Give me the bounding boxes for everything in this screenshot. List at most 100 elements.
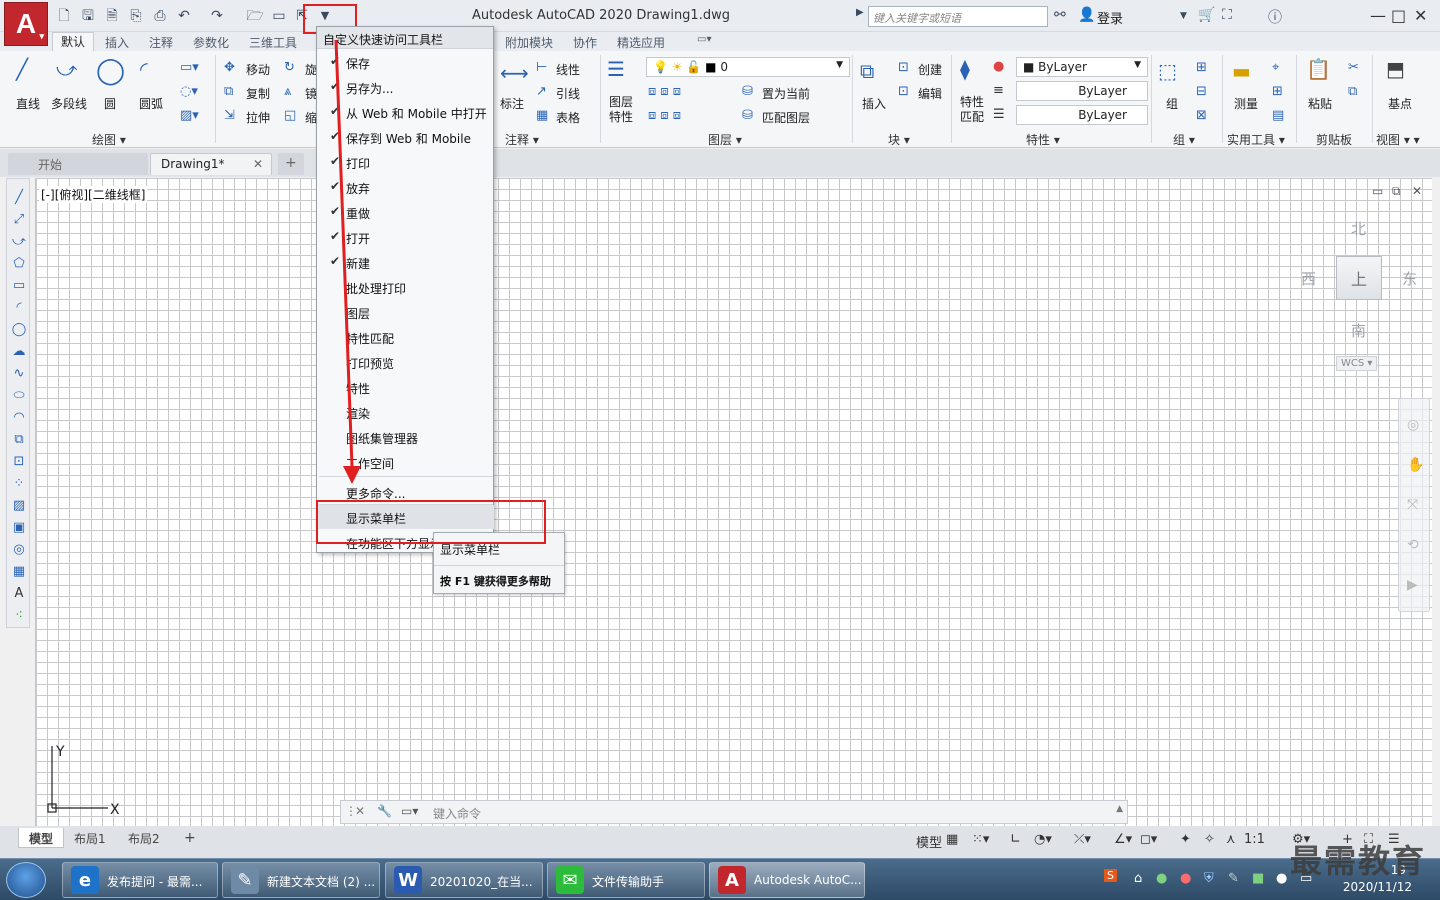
redo-icon[interactable]: ↷ [208, 7, 226, 25]
viewport-close-icon[interactable]: ✕ [1412, 184, 1422, 198]
group-button[interactable]: 组 [1166, 95, 1178, 112]
arc-button[interactable]: 圆弧 [139, 95, 163, 112]
taskbar-clock[interactable]: 2020/11/12 [1343, 880, 1412, 894]
add-layout-button[interactable]: + [174, 828, 206, 848]
menu-item-print-preview[interactable]: 打印预览 [318, 350, 494, 374]
point-icon[interactable]: ⁘ [10, 475, 28, 493]
cart-icon[interactable]: 🛒 [1198, 7, 1215, 23]
login-dropdown-icon[interactable]: ▼ [1180, 11, 1187, 21]
circle-icon[interactable]: ◯ [96, 56, 125, 86]
tray-qq-icon[interactable]: ● [1276, 871, 1287, 886]
cut-icon[interactable]: ✂ [1348, 60, 1359, 75]
taskbar-item-word[interactable]: W 20201020_在当... [385, 862, 543, 898]
menu-item-batch-plot[interactable]: 批处理打印 [318, 275, 494, 299]
tray-nvidia-icon[interactable]: ■ [1252, 871, 1264, 886]
start-button[interactable] [6, 862, 46, 898]
make-block-icon[interactable]: ⊡ [10, 453, 28, 471]
table-button[interactable]: 表格 [556, 109, 580, 126]
layers-panel-title[interactable]: 图层 ▾ [708, 131, 742, 148]
tray-pen-icon[interactable]: ✎ [1228, 871, 1239, 886]
tab-insert[interactable]: 插入 [105, 34, 129, 51]
linetype-select[interactable]: ByLayer [1016, 105, 1148, 125]
command-customize-icon[interactable]: 🔧 [377, 804, 392, 818]
close-button[interactable]: ✕ [1414, 6, 1427, 25]
groups-panel-title[interactable]: 组 ▾ [1173, 131, 1195, 148]
polyline-icon[interactable]: ⤻ [56, 57, 77, 81]
dimension-icon[interactable]: ⟷ [500, 61, 529, 85]
command-history-icon[interactable]: ▭▾ [401, 804, 418, 818]
create-block-button[interactable]: 创建 [918, 61, 942, 78]
count-icon[interactable]: ▤ [1272, 108, 1284, 123]
ime-icon[interactable]: S [1104, 869, 1117, 882]
clipboard-panel-title[interactable]: 剪贴板 [1316, 131, 1352, 148]
tray-network-icon[interactable]: ⌂ [1134, 871, 1142, 886]
command-expand-icon[interactable]: ▲ [1116, 804, 1123, 814]
viewcube-top-face[interactable]: 上 [1336, 256, 1382, 300]
viewcube-north[interactable]: 北 [1351, 218, 1366, 239]
zoom-extents-icon[interactable]: ⤧ [1407, 497, 1418, 513]
menu-item-sheet-set-manager[interactable]: 图纸集管理器 [318, 425, 494, 449]
command-close-icon[interactable]: ✕ [355, 804, 365, 818]
taskbar-item-notepad[interactable]: ✎ 新建文本文档 (2) ... [222, 862, 380, 898]
layer-properties-icon[interactable]: ☰ [607, 57, 625, 81]
add-selected-icon[interactable]: ⁖ [10, 607, 28, 625]
tray-shield-icon[interactable]: ⛨ [1204, 871, 1214, 886]
revcloud-icon[interactable]: ☁ [10, 343, 28, 361]
properties-panel-title[interactable]: 特性 ▾ [1026, 131, 1060, 148]
ellipse-arc-icon[interactable]: ◠ [10, 409, 28, 427]
arc-icon[interactable]: ◜ [140, 57, 148, 81]
mtext-icon[interactable]: A [10, 585, 28, 603]
spline-icon[interactable]: ∿ [10, 365, 28, 383]
menu-item-redo[interactable]: ✔ 重做 [318, 200, 494, 224]
expand-arrow-icon[interactable]: ▶ [856, 7, 864, 18]
menu-item-undo[interactable]: ✔ 放弃 [318, 175, 494, 199]
navigation-bar[interactable]: ◎ ✋ ⤧ ⟲ ▶ [1398, 398, 1430, 612]
menu-item-print[interactable]: ✔ 打印 [318, 150, 494, 174]
base-icon[interactable]: ⬒ [1386, 57, 1405, 81]
hatch-tool-icon[interactable]: ▨ [10, 497, 28, 515]
linetype-icon[interactable]: ☰ [993, 107, 1005, 122]
match-layer-button[interactable]: 匹配图层 [762, 109, 810, 126]
create-block-icon[interactable]: ⊡ [898, 60, 909, 75]
linear-icon[interactable]: ⊢ [536, 60, 547, 75]
match-properties-icon[interactable]: ⧫ [960, 57, 970, 81]
menu-item-new[interactable]: ✔ 新建 [318, 250, 494, 274]
stretch-icon[interactable]: ⇲ [224, 108, 235, 123]
view-panel-title[interactable]: 视图 ▾ ▾ [1376, 131, 1420, 148]
wcs-menu[interactable]: WCS ▾ [1336, 356, 1378, 371]
menu-item-properties[interactable]: 特性 [318, 375, 494, 399]
arc-tool-icon[interactable]: ◜ [10, 299, 28, 317]
block-panel-title[interactable]: 块 ▾ [888, 131, 910, 148]
object-snap-icon[interactable]: ◻▾ [1140, 832, 1157, 847]
copy-button[interactable]: 复制 [246, 85, 270, 102]
ribbon-options-icon[interactable]: ▭▾ [697, 34, 711, 45]
move-icon[interactable]: ✥ [224, 60, 235, 75]
insert-button[interactable]: 插入 [862, 95, 886, 112]
circle-tool-icon[interactable]: ◯ [10, 321, 28, 339]
lineweight-icon[interactable]: ≡ [993, 83, 1004, 98]
dimension-button[interactable]: 标注 [500, 95, 524, 112]
viewcube-east[interactable]: 东 [1402, 268, 1417, 289]
taskbar-item-wechat[interactable]: ✉ 文件传输助手 [547, 862, 705, 898]
rectangle-tool-icon[interactable]: ▭ [10, 277, 28, 295]
stretch-button[interactable]: 拉伸 [246, 109, 270, 126]
measure-button[interactable]: 测量 [1234, 95, 1258, 112]
scale-icon[interactable]: ◱ [284, 108, 296, 123]
set-current-button[interactable]: 置为当前 [762, 85, 810, 102]
circle-button[interactable]: 圆 [104, 95, 116, 112]
rectangle-icon[interactable]: ▭▾ [180, 60, 199, 75]
taskbar-item-ie[interactable]: e 发布提问 - 最需... [62, 862, 218, 898]
undo-icon[interactable]: ↶ [175, 7, 193, 25]
annotation-visibility-icon[interactable]: ✦ [1180, 832, 1191, 847]
layer-select[interactable]: 💡 ☀ 🔓 ■ 0 ▼ [646, 57, 850, 77]
user-icon[interactable]: 👤 [1078, 7, 1095, 23]
minimize-button[interactable]: — [1370, 6, 1386, 25]
taskbar-item-autocad[interactable]: A Autodesk AutoC... [709, 862, 865, 898]
copy-clip-icon[interactable]: ⧉ [1348, 84, 1357, 99]
viewport-minimize-icon[interactable]: ▭ [1372, 184, 1383, 198]
tab-layout2[interactable]: 布局2 [118, 828, 170, 848]
tab-annotate[interactable]: 注释 [149, 34, 173, 51]
group-icon[interactable]: ⬚ [1158, 59, 1177, 83]
object-snap-tracking-icon[interactable]: ∠▾ [1114, 832, 1132, 847]
menu-item-render[interactable]: 渲染 [318, 400, 494, 424]
